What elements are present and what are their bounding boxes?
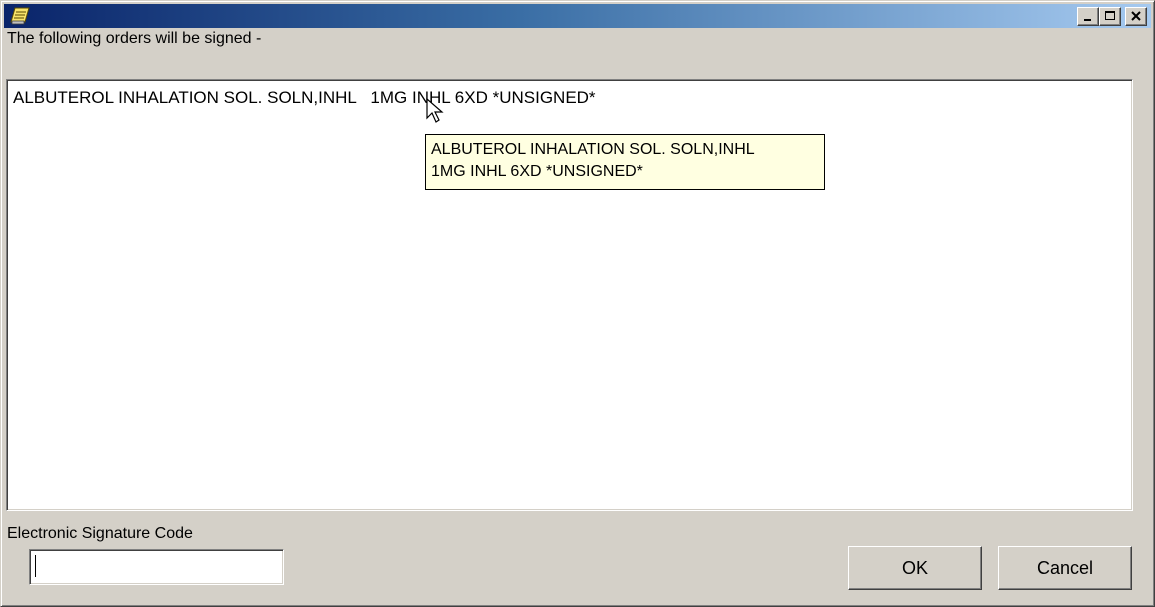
signature-code-field[interactable] (29, 549, 284, 585)
notepad-icon (10, 7, 30, 25)
sign-orders-dialog: The following orders will be signed - AL… (0, 0, 1155, 607)
minimize-button[interactable] (1077, 7, 1099, 26)
maximize-icon (1105, 11, 1115, 20)
mouse-cursor-icon (426, 98, 444, 123)
tooltip-line: ALBUTEROL INHALATION SOL. SOLN,INHL (431, 141, 755, 158)
signature-label: Electronic Signature Code (7, 525, 193, 542)
orders-heading: The following orders will be signed - (7, 30, 262, 47)
cancel-button[interactable]: Cancel (998, 546, 1132, 590)
close-icon (1131, 11, 1141, 21)
order-item[interactable]: ALBUTEROL INHALATION SOL. SOLN,INHL 1MG … (13, 88, 596, 108)
minimize-icon (1084, 19, 1091, 21)
maximize-button[interactable] (1099, 7, 1121, 26)
order-tooltip: ALBUTEROL INHALATION SOL. SOLN,INHL 1MG … (425, 134, 825, 190)
close-button[interactable] (1125, 7, 1147, 26)
ok-button[interactable]: OK (848, 546, 982, 590)
text-caret (35, 555, 36, 577)
tooltip-line: 1MG INHL 6XD *UNSIGNED* (431, 163, 643, 180)
title-bar[interactable] (4, 4, 1151, 28)
